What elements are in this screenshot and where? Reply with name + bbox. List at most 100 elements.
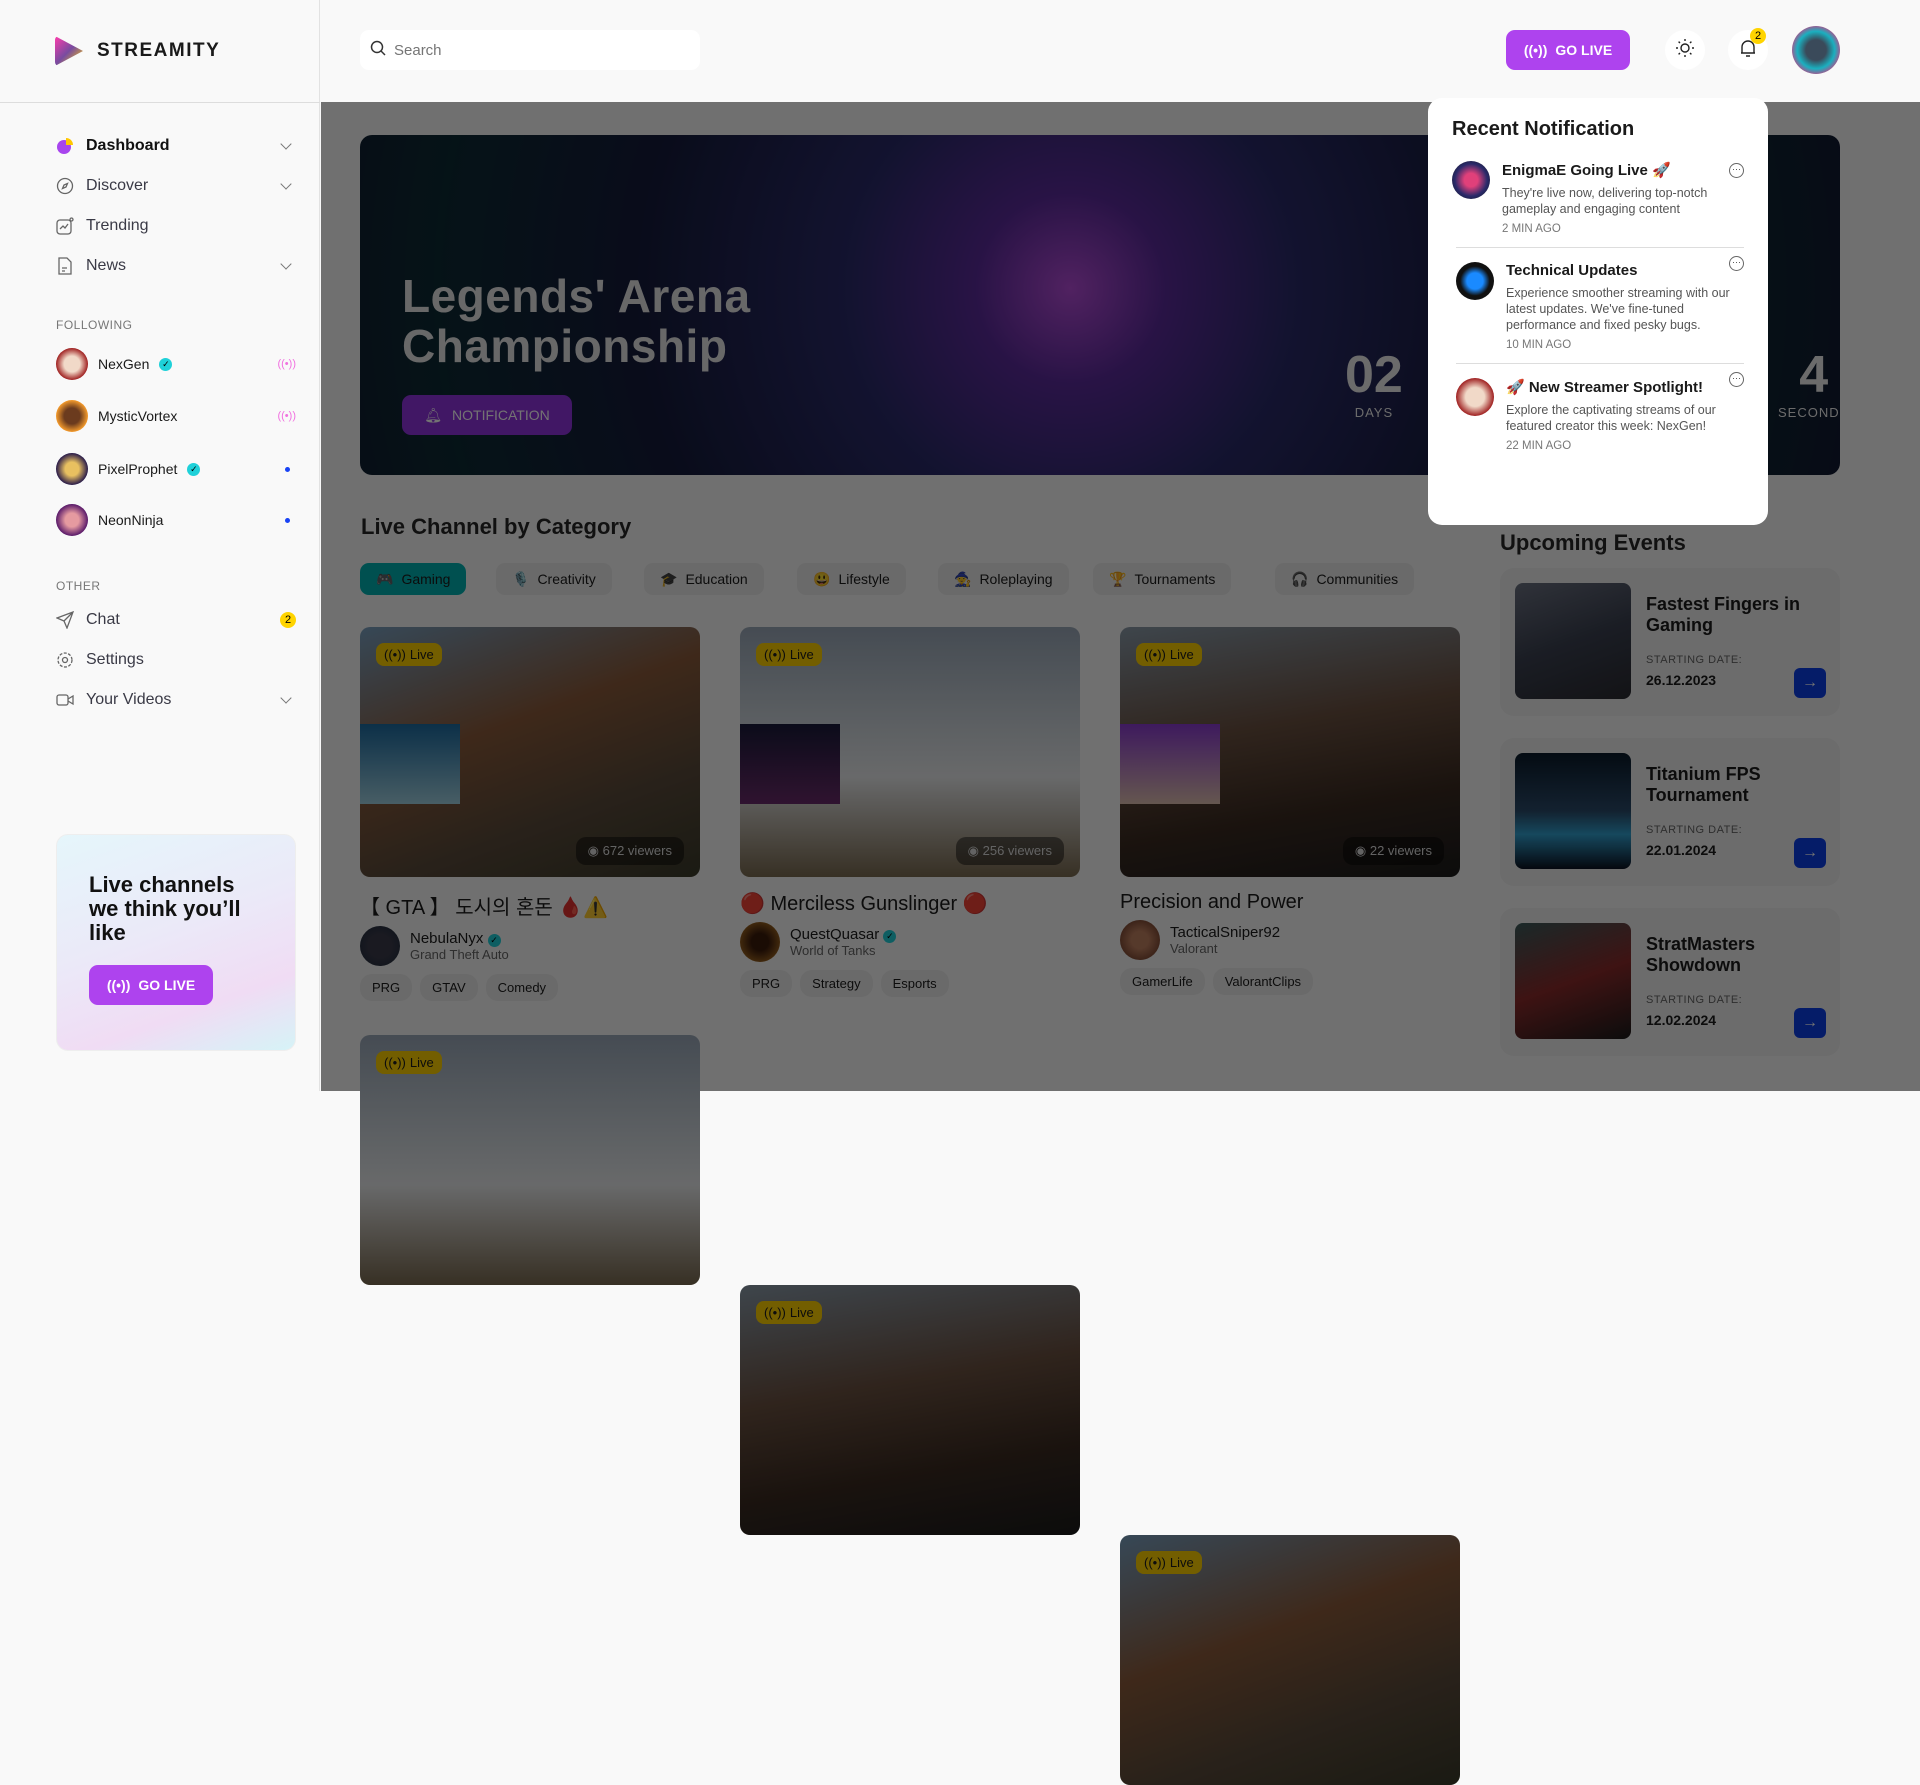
stream-tag[interactable]: Comedy <box>485 974 559 1001</box>
following-item-mysticvortex[interactable]: MysticVortex ((•)) <box>56 400 296 432</box>
stream-tag[interactable]: Esports <box>880 970 949 997</box>
notifications-button[interactable]: 2 <box>1728 28 1768 70</box>
category-gaming[interactable]: 🎮 Gaming <box>360 563 467 595</box>
nav-news[interactable]: News <box>56 250 296 282</box>
header-go-live-button[interactable]: ((•)) GO LIVE <box>1506 30 1630 70</box>
event-card[interactable]: Fastest Fingers in Gaming STARTING DATE: 2… <box>1500 568 1840 716</box>
dashboard-pie-icon <box>56 137 74 155</box>
streamer-name[interactable]: TacticalSniper92 <box>1170 924 1280 941</box>
nav-chat[interactable]: Chat 2 <box>56 604 296 636</box>
stream-thumbnail[interactable]: ((•)) Live ◉ 22 viewers <box>1120 627 1460 877</box>
category-communities[interactable]: 🎧 Communities <box>1275 563 1415 595</box>
live-broadcast-icon: ((•)) <box>277 410 296 422</box>
following-item-neonninja[interactable]: NeonNinja <box>56 504 296 536</box>
chevron-down-icon[interactable] <box>280 178 292 190</box>
nav-dashboard[interactable]: Dashboard <box>56 130 296 162</box>
event-image <box>1515 583 1631 699</box>
eye-icon: ◉ <box>587 843 603 858</box>
verified-badge-icon: ✓ <box>487 934 501 947</box>
more-options-icon[interactable]: ··· <box>1729 163 1744 178</box>
stream-card[interactable]: ((•)) Live ◉ 22 viewers Precision and Pow… <box>1120 627 1460 995</box>
stream-card[interactable]: ((•)) Live ◉ 256 viewers 🔴 Merciless Guns… <box>740 627 1080 997</box>
streamer-name: NeonNinja <box>98 512 164 528</box>
stream-thumbnail[interactable]: ((•)) Live ◉ 672 viewers <box>360 627 700 877</box>
streamer-name[interactable]: QuestQuasar <box>790 926 879 943</box>
event-open-button[interactable]: → <box>1794 1008 1826 1038</box>
user-avatar[interactable] <box>1792 26 1840 74</box>
stream-thumbnail[interactable]: ((•)) Live <box>360 1035 700 1285</box>
category-tournaments[interactable]: 🏆 Tournaments <box>1093 563 1232 595</box>
more-options-icon[interactable]: ··· <box>1729 256 1744 271</box>
category-creativity[interactable]: 🎙️ Creativity <box>496 563 612 595</box>
stream-tag[interactable]: Strategy <box>800 970 873 997</box>
following-item-pixelprophet[interactable]: PixelProphet ✓ <box>56 453 296 485</box>
stream-thumbnail[interactable]: ((•)) Live ◉ 256 viewers <box>740 627 1080 877</box>
stream-tag[interactable]: GamerLife <box>1120 968 1205 995</box>
broadcast-icon: ((•)) <box>1144 647 1166 662</box>
video-camera-icon <box>56 691 74 709</box>
following-heading: FOLLOWING <box>56 318 133 332</box>
category-education[interactable]: 🎓 Education <box>644 563 764 595</box>
popup-title: Recent Notification <box>1452 118 1635 140</box>
stream-tag[interactable]: PRG <box>360 974 413 1001</box>
live-broadcast-icon: ((•)) <box>277 358 296 370</box>
stream-tag[interactable]: PRG <box>740 970 793 997</box>
logo[interactable]: STREAMITY <box>55 36 220 66</box>
streamer-avatar[interactable] <box>1120 920 1160 960</box>
stream-tag[interactable]: GTAV <box>420 974 478 1001</box>
chevron-down-icon[interactable] <box>280 138 292 150</box>
following-item-nexgen[interactable]: NexGen ✓ ((•)) <box>56 348 296 380</box>
search-bar[interactable] <box>360 30 700 70</box>
event-open-button[interactable]: → <box>1794 668 1826 698</box>
nav-discover[interactable]: Discover <box>56 170 296 202</box>
stream-title[interactable]: Precision and Power <box>1120 891 1460 914</box>
stream-card[interactable]: ((•)) Live ◉ 672 viewers 【 GTA 】 도시의 혼돈 🩸… <box>360 627 700 1001</box>
search-icon <box>370 40 386 61</box>
theme-toggle-button[interactable] <box>1665 30 1705 70</box>
notification-item[interactable]: EnigmaE Going Live 🚀 They're live now, de… <box>1452 155 1744 247</box>
sidebar: STREAMITY Dashboard Discover Trending Ne… <box>0 0 320 1091</box>
stream-thumbnail[interactable]: ((•)) Live <box>740 1285 1080 1535</box>
stream-thumbnail[interactable]: ((•)) Live <box>1120 1535 1460 1785</box>
button-label: GO LIVE <box>1555 42 1613 58</box>
hero-notification-button[interactable]: 🔔︎ NOTIFICATION <box>402 395 572 435</box>
stream-title[interactable]: 🔴 Merciless Gunslinger 🔴 <box>740 891 1080 916</box>
streamer-avatar[interactable] <box>740 922 780 962</box>
trending-chart-icon <box>56 217 74 235</box>
bell-icon: 🔔︎ <box>424 406 443 423</box>
streamer-name[interactable]: NebulaNyx <box>410 930 483 947</box>
nav-trending[interactable]: Trending <box>56 210 296 242</box>
event-card[interactable]: StratMasters Showdown STARTING DATE: 12.02… <box>1500 908 1840 1056</box>
event-image <box>1515 923 1631 1039</box>
stream-tag[interactable]: ValorantClips <box>1212 968 1314 995</box>
stream-title[interactable]: 【 GTA 】 도시의 혼돈 🩸⚠️ <box>360 891 700 920</box>
brand-name: STREAMITY <box>97 40 221 61</box>
nav-label: News <box>86 257 127 274</box>
category-lifestyle[interactable]: 😃 Lifestyle <box>797 563 906 595</box>
notification-body: Explore the captivating streams of our f… <box>1506 403 1716 433</box>
chevron-down-icon[interactable] <box>280 258 292 270</box>
more-options-icon[interactable]: ··· <box>1729 372 1744 387</box>
chevron-down-icon[interactable] <box>280 692 292 704</box>
search-input[interactable] <box>394 41 690 59</box>
countdown-seconds: 4SECONDS <box>1778 346 1840 420</box>
gear-icon <box>56 651 74 669</box>
streamer-avatar[interactable] <box>360 926 400 966</box>
category-icon: 🎓 <box>660 570 678 587</box>
notification-time: 22 MIN AGO <box>1506 440 1572 452</box>
notification-item[interactable]: 🚀 New Streamer Spotlight! Explore the cap… <box>1456 363 1744 464</box>
event-card[interactable]: Titanium FPS Tournament STARTING DATE: 22.… <box>1500 738 1840 886</box>
category-roleplaying[interactable]: 🧙 Roleplaying <box>938 563 1069 595</box>
event-open-button[interactable]: → <box>1794 838 1826 868</box>
promo-go-live-button[interactable]: ((•)) GO LIVE <box>89 965 213 1005</box>
nav-your-videos[interactable]: Your Videos <box>56 684 296 716</box>
game-name: Valorant <box>1170 941 1218 956</box>
event-title: Titanium FPS Tournament <box>1646 764 1761 805</box>
chat-badge: 2 <box>280 612 296 628</box>
streamer-name: MysticVortex <box>98 408 178 424</box>
notification-avatar <box>1456 262 1494 300</box>
notification-item[interactable]: Technical Updates Experience smoother str… <box>1456 247 1744 363</box>
broadcast-icon: ((•)) <box>106 977 131 993</box>
arrow-right-icon: → <box>1802 674 1818 691</box>
nav-settings[interactable]: Settings <box>56 644 296 676</box>
